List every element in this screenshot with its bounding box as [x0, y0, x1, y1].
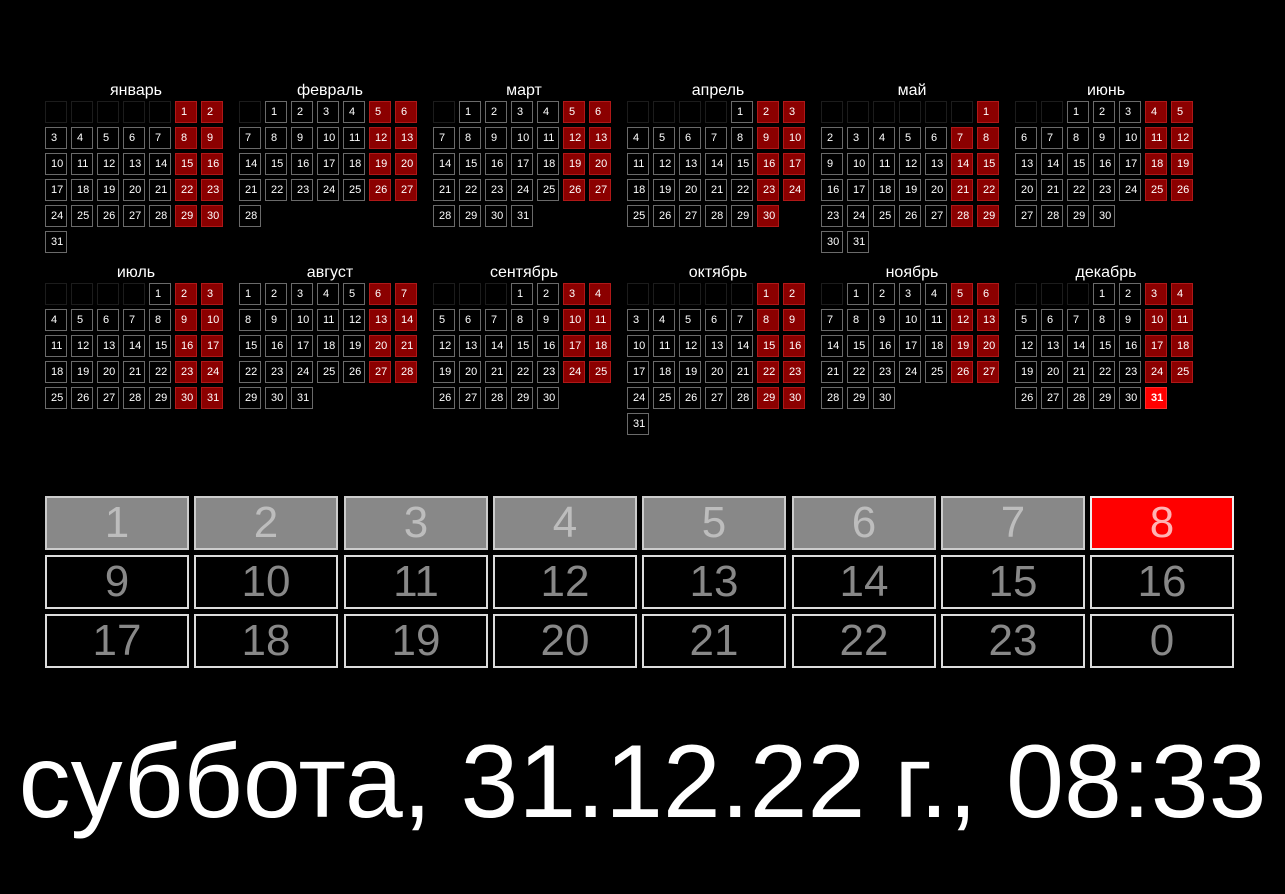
hour-grid: 1 2 3 4 5 6 7 8 9 10 11 12 13 14 15 16 17 18 19 20 21 22 23 0: [0, 0, 1285, 700]
hour-cell: 0: [1090, 614, 1234, 668]
hour-cell: 9: [45, 555, 189, 609]
hour-cell: 4: [493, 496, 637, 550]
hour-cell: 23: [941, 614, 1085, 668]
hour-cell: 11: [344, 555, 488, 609]
hour-cell: 16: [1090, 555, 1234, 609]
hour-cell: 6: [792, 496, 936, 550]
hour-cell: 19: [344, 614, 488, 668]
hour-cell: 10: [194, 555, 338, 609]
hour-cell: 17: [45, 614, 189, 668]
current-datetime: суббота, 31.12.22 г., 08:33: [18, 724, 1267, 840]
hour-cell: 2: [194, 496, 338, 550]
hour-cell: 8: [1090, 496, 1234, 550]
hour-cell: 20: [493, 614, 637, 668]
hour-cell: 7: [941, 496, 1085, 550]
hour-cell: 12: [493, 555, 637, 609]
hour-cell: 22: [792, 614, 936, 668]
hour-cell: 14: [792, 555, 936, 609]
hour-cell: 15: [941, 555, 1085, 609]
hour-cell: 13: [642, 555, 786, 609]
hour-cell: 1: [45, 496, 189, 550]
hour-cell: 3: [344, 496, 488, 550]
hour-cell: 18: [194, 614, 338, 668]
hour-cell: 5: [642, 496, 786, 550]
hour-cell: 21: [642, 614, 786, 668]
